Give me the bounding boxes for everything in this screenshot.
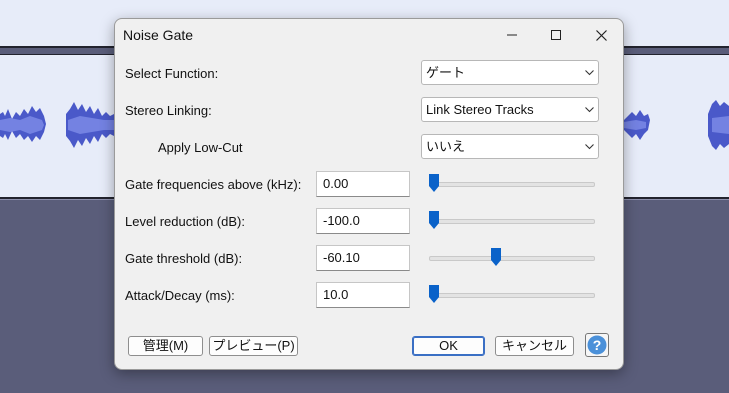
level-reduction-label: Level reduction (dB): bbox=[125, 214, 245, 229]
preview-button[interactable]: プレビュー(P) bbox=[209, 336, 298, 356]
level-reduction-slider[interactable] bbox=[429, 210, 595, 230]
attack-decay-input[interactable]: 10.0 bbox=[316, 282, 410, 308]
chevron-down-icon bbox=[585, 143, 594, 149]
level-reduction-input[interactable]: -100.0 bbox=[316, 208, 410, 234]
stereo-linking-label: Stereo Linking: bbox=[125, 103, 212, 118]
apply-low-cut-dropdown[interactable]: いいえ bbox=[421, 134, 599, 159]
manage-button[interactable]: 管理(M) bbox=[128, 336, 203, 356]
select-function-dropdown[interactable]: ゲート bbox=[421, 60, 599, 85]
gate-frequencies-label: Gate frequencies above (kHz): bbox=[125, 177, 302, 192]
attack-decay-label: Attack/Decay (ms): bbox=[125, 288, 235, 303]
apply-low-cut-label: Apply Low-Cut bbox=[158, 140, 243, 155]
slider-thumb[interactable] bbox=[429, 285, 439, 303]
svg-text:?: ? bbox=[593, 337, 602, 353]
cancel-button[interactable]: キャンセル bbox=[495, 336, 574, 356]
title-bar[interactable]: Noise Gate bbox=[115, 19, 623, 51]
ok-button[interactable]: OK bbox=[412, 336, 485, 356]
apply-low-cut-value: いいえ bbox=[426, 139, 466, 154]
maximize-icon bbox=[551, 30, 561, 40]
minimize-icon bbox=[507, 34, 517, 36]
gate-threshold-label: Gate threshold (dB): bbox=[125, 251, 243, 266]
gate-threshold-slider[interactable] bbox=[429, 247, 595, 267]
attack-decay-slider[interactable] bbox=[429, 284, 595, 304]
select-function-label: Select Function: bbox=[125, 66, 219, 81]
noise-gate-dialog: Noise Gate Select Function: ゲート Stereo L… bbox=[114, 18, 624, 370]
stereo-linking-dropdown[interactable]: Link Stereo Tracks bbox=[421, 97, 599, 122]
maximize-button[interactable] bbox=[533, 19, 579, 51]
dialog-title: Noise Gate bbox=[123, 27, 194, 43]
slider-thumb[interactable] bbox=[429, 174, 439, 192]
waveform-left bbox=[0, 102, 114, 148]
gate-threshold-input[interactable]: -60.10 bbox=[316, 245, 410, 271]
close-button[interactable] bbox=[578, 19, 624, 51]
gate-frequencies-slider[interactable] bbox=[429, 173, 595, 193]
slider-thumb[interactable] bbox=[490, 248, 501, 266]
waveform-right bbox=[624, 100, 729, 150]
select-function-value: ゲート bbox=[426, 65, 466, 80]
stereo-linking-value: Link Stereo Tracks bbox=[426, 102, 534, 117]
slider-thumb[interactable] bbox=[429, 211, 439, 229]
help-button[interactable]: ? bbox=[585, 333, 609, 357]
chevron-down-icon bbox=[585, 106, 594, 112]
help-icon: ? bbox=[587, 335, 607, 355]
minimize-button[interactable] bbox=[489, 19, 535, 51]
close-icon bbox=[595, 29, 607, 41]
gate-frequencies-input[interactable]: 0.00 bbox=[316, 171, 410, 197]
chevron-down-icon bbox=[585, 69, 594, 75]
